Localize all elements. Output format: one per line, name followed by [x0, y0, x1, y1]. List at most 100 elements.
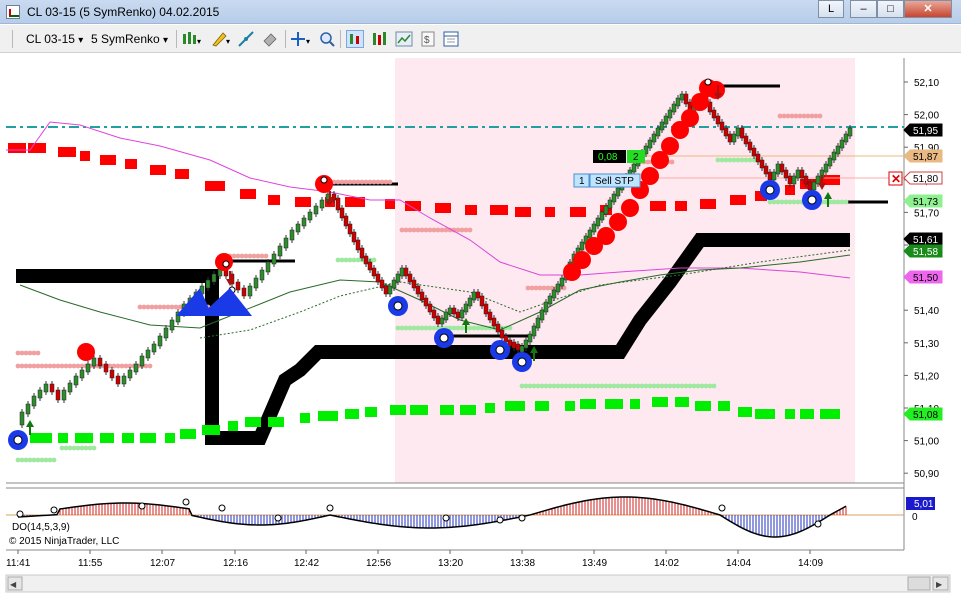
- zoom-icon[interactable]: [318, 30, 336, 48]
- renko-candle: [763, 165, 769, 175]
- time-tick-label: 12:07: [150, 558, 175, 569]
- renko-candle: [363, 255, 369, 265]
- red-stop-segment: [100, 155, 116, 165]
- renko-candle: [31, 395, 37, 407]
- sell-signal-dot: [641, 167, 659, 185]
- renko-candle: [479, 295, 485, 307]
- svg-text:▾: ▾: [226, 37, 230, 46]
- indicators-icon[interactable]: [371, 30, 389, 48]
- renko-candle: [551, 289, 557, 299]
- time-tick-label: 14:02: [654, 558, 679, 569]
- signal-pin: [439, 333, 449, 343]
- properties-icon[interactable]: $: [419, 30, 437, 48]
- renko-candle: [439, 317, 445, 325]
- renko-candle: [403, 267, 409, 277]
- red-stop-segment: [125, 159, 137, 169]
- renko-candle: [803, 175, 809, 185]
- renko-candle: [343, 215, 349, 227]
- renko-candle: [359, 247, 365, 259]
- chevron-left-icon: ◀: [10, 580, 17, 589]
- renko-candle: [301, 217, 307, 227]
- instrument-label: CL 03-15: [26, 32, 75, 46]
- green-stop-segment: [695, 401, 711, 411]
- oscillator-pivot: [182, 498, 190, 506]
- close-button[interactable]: ✕: [904, 0, 952, 18]
- red-stop-segment: [8, 143, 26, 153]
- renko-candle: [715, 115, 721, 125]
- renko-candle: [73, 375, 79, 386]
- green-stop-segment: [755, 409, 775, 419]
- red-stop-segment: [650, 201, 666, 211]
- renko-candle: [379, 279, 385, 289]
- renko-candle: [731, 133, 737, 143]
- crosshair-icon[interactable]: ▾: [290, 30, 310, 48]
- renko-candle: [791, 175, 797, 185]
- renko-candle: [307, 211, 313, 221]
- line-tool-icon[interactable]: [237, 30, 255, 48]
- green-stop-segment: [718, 401, 730, 411]
- green-stop-segment: [580, 399, 596, 409]
- green-stop-segment: [245, 417, 261, 427]
- green-stop-segment: [535, 401, 549, 411]
- support-dot: [843, 199, 849, 205]
- renko-candle: [519, 345, 525, 353]
- horizontal-scrollbar[interactable]: [5, 574, 951, 593]
- drawing-pencil-icon[interactable]: ▾: [210, 30, 230, 48]
- price-chart[interactable]: 52,1052,0051,9051,8051,7051,6051,5051,40…: [0, 54, 961, 605]
- oscillator-pivot: [16, 510, 24, 518]
- price-tag-label: 51,08: [913, 410, 938, 421]
- renko-candle: [475, 291, 481, 299]
- resistance-dot: [35, 350, 41, 356]
- data-box-icon[interactable]: [442, 30, 460, 48]
- green-stop-segment: [30, 433, 52, 443]
- renko-candle: [827, 157, 833, 167]
- green-stop-segment: [605, 399, 623, 409]
- oscillator-pivot: [218, 504, 226, 512]
- bar-type-icon[interactable]: ▾: [181, 30, 201, 48]
- period-selector[interactable]: 5 SymRenko ▾: [91, 30, 168, 48]
- title-bar: CL 03-15 (5 SymRenko) 04.02.2015 L – □ ✕: [0, 0, 961, 24]
- renko-candle: [795, 169, 801, 179]
- renko-candle: [335, 197, 341, 211]
- red-stop-segment: [490, 205, 508, 215]
- red-stop-segment: [205, 181, 225, 191]
- resistance-dot: [147, 363, 153, 369]
- instrument-selector[interactable]: CL 03-15 ▾: [26, 30, 83, 48]
- oscillator-pivot: [326, 504, 334, 512]
- renko-candle: [487, 311, 493, 321]
- renko-candle: [735, 127, 741, 137]
- renko-candle: [79, 369, 85, 379]
- eraser-icon[interactable]: [261, 30, 279, 48]
- renko-candle: [727, 133, 733, 143]
- renko-candle: [127, 369, 133, 379]
- renko-candle: [371, 267, 377, 277]
- renko-candle: [103, 363, 109, 373]
- chart-trader-icon[interactable]: [346, 30, 364, 48]
- renko-candle: [367, 261, 373, 271]
- renko-candle: [783, 169, 789, 179]
- minimize-button[interactable]: –: [850, 0, 877, 18]
- green-stop-segment: [140, 433, 156, 443]
- svg-text:$: $: [424, 35, 430, 46]
- language-button[interactable]: L: [818, 0, 844, 18]
- renko-candle: [351, 231, 357, 243]
- renko-candle: [289, 229, 295, 241]
- renko-candle: [339, 207, 345, 219]
- renko-candle: [799, 169, 805, 179]
- chevron-down-icon: ▾: [78, 35, 84, 46]
- renko-candle: [157, 335, 163, 347]
- strategies-icon[interactable]: [395, 30, 413, 48]
- session-shade: [395, 58, 855, 483]
- green-stop-segment: [122, 433, 134, 443]
- renko-candle: [97, 357, 103, 367]
- green-stop-segment: [75, 433, 93, 443]
- red-stop-segment: [80, 151, 90, 161]
- signal-pin: [13, 435, 23, 445]
- scroll-thumb[interactable]: [907, 576, 931, 591]
- maximize-button[interactable]: □: [877, 0, 904, 18]
- signal-pin: [765, 185, 775, 195]
- sell-stop-label: Sell STP: [595, 176, 634, 187]
- oscillator-pivot: [718, 504, 726, 512]
- toolbar-separator: [340, 30, 341, 48]
- green-stop-segment: [800, 409, 814, 419]
